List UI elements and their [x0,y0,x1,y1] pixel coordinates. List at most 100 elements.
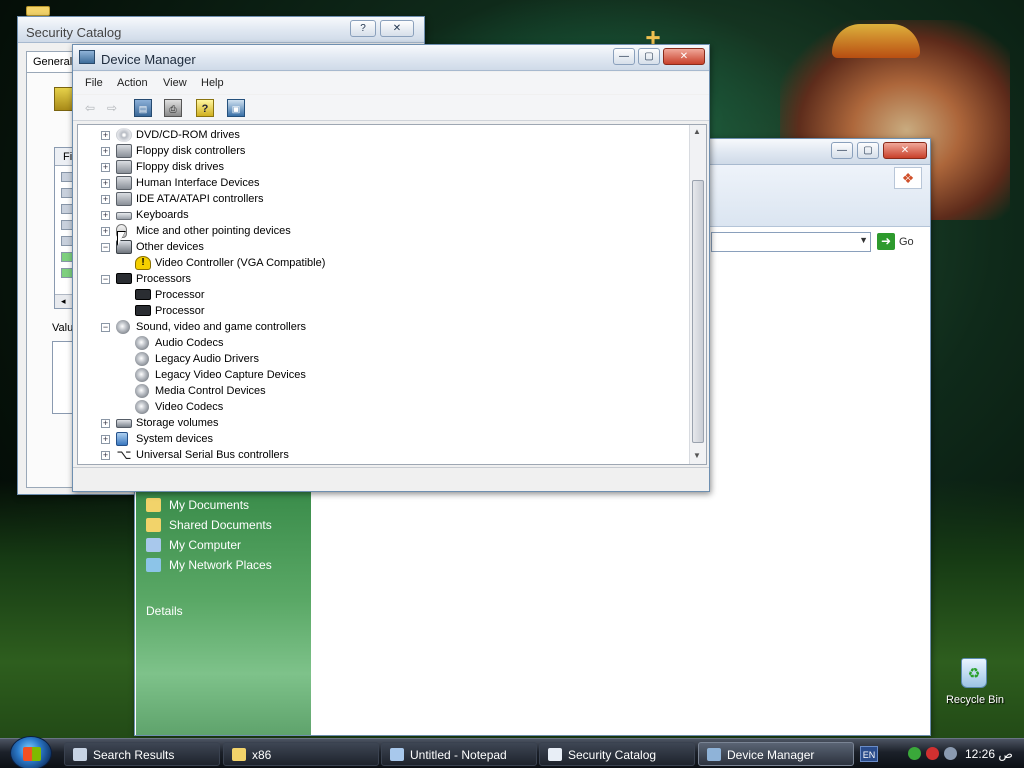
keyboard-icon [116,212,132,220]
close-button[interactable]: ✕ [380,20,414,37]
security-catalog-icon [548,748,562,761]
tree-node-label: Video Controller (VGA Compatible) [155,257,326,269]
details-section-header[interactable]: Details [146,604,183,618]
tree-node[interactable]: Media Control Devices [78,383,678,399]
maximize-button[interactable]: ▢ [857,142,879,159]
tree-node-label: Processors [136,273,192,285]
taskbar-item-notepad[interactable]: Untitled - Notepad [381,742,537,766]
expand-icon[interactable]: + [101,163,110,172]
collapse-icon[interactable]: − [101,275,110,284]
tree-node[interactable]: Legacy Video Capture Devices [78,367,678,383]
taskbar-item-device-manager[interactable]: Device Manager [698,742,854,766]
tree-node[interactable]: + Floppy disk controllers [78,143,678,159]
help-button[interactable]: ? [350,20,376,37]
maximize-button[interactable]: ▢ [638,48,660,65]
taskbar-item-label: Device Manager [727,748,815,762]
status-bar [73,467,709,491]
recycle-bin-shortcut[interactable]: ♻ Recycle Bin [944,656,1006,712]
tree-node[interactable]: Audio Codecs [78,335,678,351]
close-button[interactable]: ✕ [883,142,927,159]
device-manager-app-icon [79,50,95,64]
collapse-icon[interactable]: − [101,243,110,252]
scroll-up-icon[interactable]: ▲ [693,127,701,136]
tree-node[interactable]: ! Video Controller (VGA Compatible) [78,255,678,271]
expand-icon[interactable]: + [101,131,110,140]
network-tray-icon[interactable] [908,747,921,760]
tree-node[interactable]: + IDE ATA/ATAPI controllers [78,191,678,207]
menu-file[interactable]: File [85,77,103,89]
tree-node[interactable]: + ⌥ Universal Serial Bus controllers [78,447,678,463]
desktop-folder-icon[interactable] [26,6,50,16]
tree-node[interactable]: + System devices [78,431,678,447]
tree-node[interactable]: Legacy Audio Drivers [78,351,678,367]
dvd-drive-icon [116,128,132,142]
tree-node-label: Keyboards [136,209,189,221]
menu-bar: File Action View Help [73,72,709,94]
expand-icon[interactable]: + [101,147,110,156]
taskbar-item-search-results[interactable]: Search Results [64,742,220,766]
device-manager-window[interactable]: Device Manager — ▢ ✕ File Action View He… [72,44,710,492]
language-indicator[interactable]: EN [860,746,878,762]
device-manager-titlebar[interactable]: Device Manager — ▢ ✕ [73,45,709,71]
scroll-down-icon[interactable]: ▼ [693,451,701,460]
expand-icon[interactable]: + [101,435,110,444]
sound-icon [135,336,149,350]
tree-node[interactable]: + Human Interface Devices [78,175,678,191]
tree-node[interactable]: + DVD/CD-ROM drives [78,127,678,143]
expand-icon[interactable]: + [101,451,110,460]
taskbar-item-x86[interactable]: x86 [223,742,379,766]
device-tree[interactable]: ▲ ▼ + DVD/CD-ROM drives + Floppy disk contr… [77,124,707,465]
collapse-icon[interactable]: − [101,323,110,332]
explorer-task-pane: My Documents Shared Documents My Compute… [136,491,311,735]
sound-icon [135,368,149,382]
menu-action[interactable]: Action [117,77,148,89]
menu-view[interactable]: View [163,77,187,89]
address-bar[interactable]: ▼ [711,232,871,252]
tree-node[interactable]: − Other devices [78,239,678,255]
system-clock[interactable]: 12:26 ص [965,747,1013,761]
vertical-scrollbar[interactable]: ▲ ▼ [689,125,706,464]
expand-icon[interactable]: + [101,195,110,204]
tree-node[interactable]: + Keyboards [78,207,678,223]
network-icon [146,558,161,572]
show-monitor-icon[interactable]: ▣ [227,99,245,117]
start-button[interactable] [10,736,52,768]
tree-node[interactable]: + Floppy disk drives [78,159,678,175]
tree-node[interactable]: + Mice and other pointing devices [78,223,678,239]
tree-node[interactable]: − Sound, video and game controllers [78,319,678,335]
value-label: Valu [52,322,74,334]
processor-icon [116,273,132,284]
taskbar-item-label: Untitled - Notepad [410,748,507,762]
tree-node-label: Storage volumes [136,417,219,429]
minimize-button[interactable]: — [831,142,853,159]
tree-node[interactable]: Processor [78,287,678,303]
tree-node[interactable]: + Storage volumes [78,415,678,431]
expand-icon[interactable]: + [101,419,110,428]
security-catalog-titlebar[interactable]: Security Catalog ? ✕ [18,17,424,43]
expand-icon[interactable]: + [101,179,110,188]
scroll-thumb[interactable] [692,180,704,443]
menu-help[interactable]: Help [201,77,224,89]
help-icon[interactable]: ? [196,99,214,117]
tree-node-label: Legacy Audio Drivers [155,353,259,365]
expand-icon[interactable]: + [101,211,110,220]
security-shield-icon[interactable] [926,747,939,760]
chevron-down-icon[interactable]: ▼ [859,235,868,245]
folder-icon [146,518,161,532]
tree-node[interactable]: − Processors [78,271,678,287]
back-arrow-icon[interactable]: ⇦ [81,99,99,117]
expand-icon[interactable]: + [101,227,110,236]
tree-node[interactable]: Processor [78,303,678,319]
properties-icon[interactable]: ▤ [134,99,152,117]
security-catalog-title: Security Catalog [26,25,122,40]
tree-node[interactable]: Video Codecs [78,399,678,415]
taskbar-item-security-catalog[interactable]: Security Catalog [539,742,695,766]
forward-arrow-icon[interactable]: ⇨ [103,99,121,117]
go-button[interactable]: ➜ Go [877,232,921,252]
sound-icon [135,352,149,366]
print-icon[interactable]: ⎙ [164,99,182,117]
close-button[interactable]: ✕ [663,48,705,65]
minimize-button[interactable]: — [613,48,635,65]
volume-icon[interactable] [944,747,957,760]
tree-node-label: Processor [155,305,205,317]
